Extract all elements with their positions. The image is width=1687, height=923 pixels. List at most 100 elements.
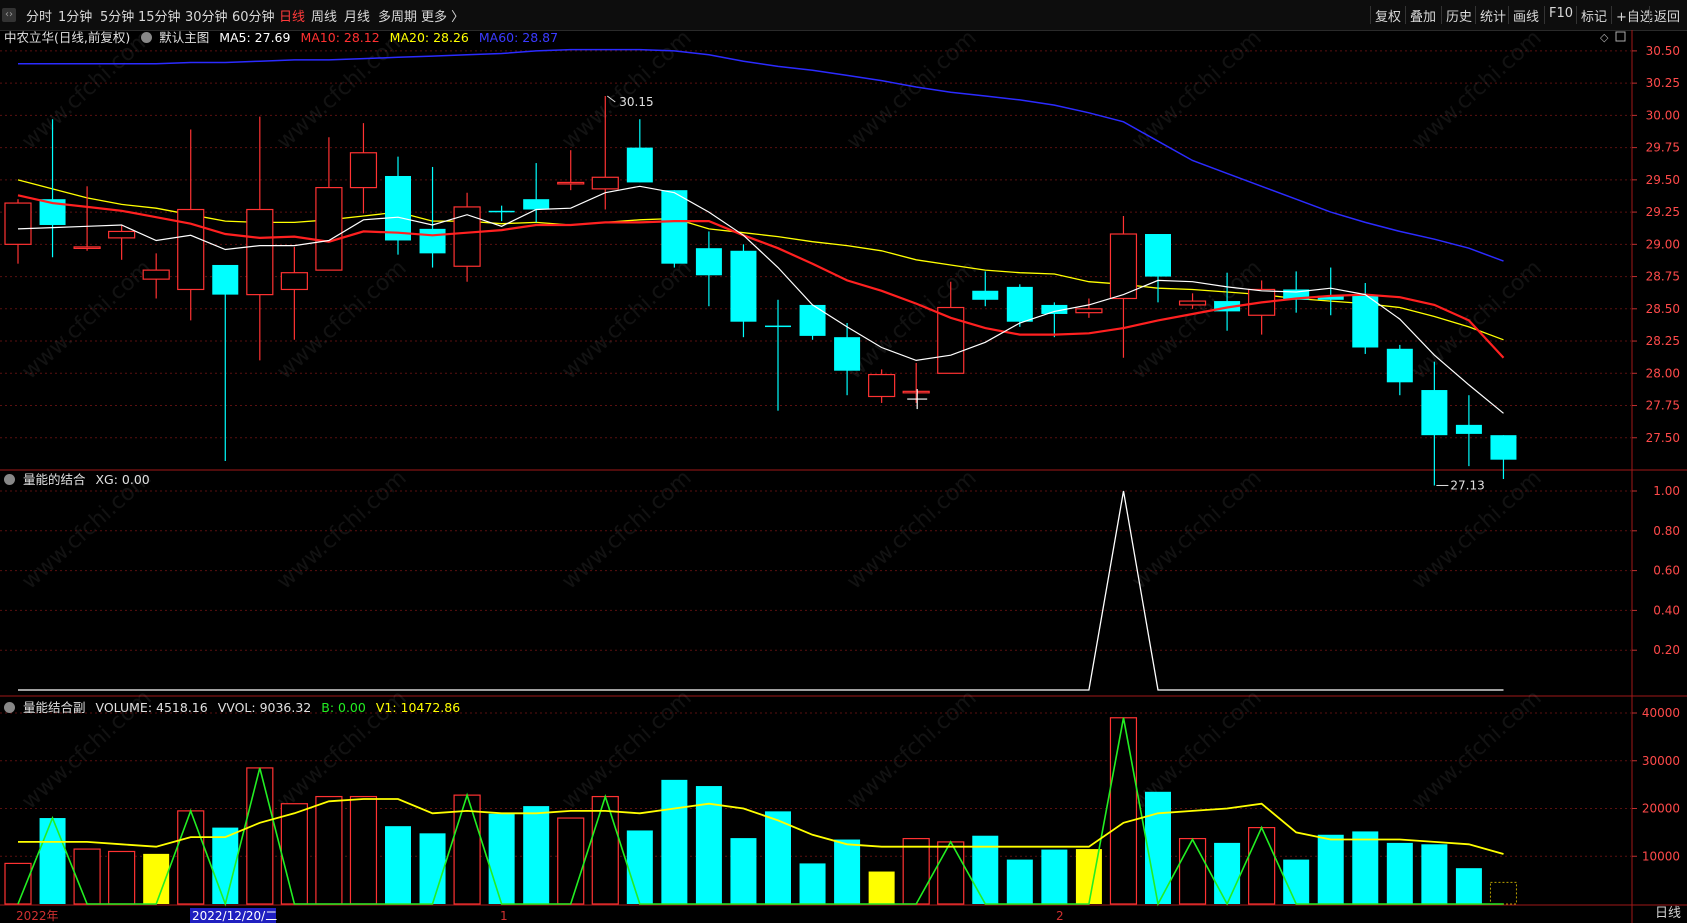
date-label: 2022年 <box>16 909 59 923</box>
candle <box>557 150 585 191</box>
date-label: 2022/12/20/二 <box>192 909 277 923</box>
candle <box>1075 298 1103 318</box>
price-tick-label: 29.75 <box>1646 141 1680 155</box>
ma60-line <box>18 48 1504 262</box>
price-tick-label: 30.25 <box>1646 76 1680 90</box>
candle <box>695 231 722 307</box>
candle <box>765 299 791 411</box>
indicator2-header: 量能结合副 VOLUME: 4518.16 VVOL: 9036.32 B: 0… <box>4 697 460 716</box>
volume-bar <box>280 803 308 905</box>
candle-body <box>246 208 274 296</box>
stock-title: 中农立华(日线,前复权) <box>4 30 131 45</box>
candle-body <box>212 264 239 295</box>
candle <box>142 253 170 299</box>
candle <box>453 192 481 282</box>
high-annotation: 30.15 <box>619 95 653 109</box>
indicator2-name[interactable]: 量能结合副 <box>23 700 86 715</box>
price-tick-label: 28.75 <box>1646 270 1680 284</box>
indicator1-header: 量能的结合 XG: 0.00 <box>4 469 150 488</box>
price-tick-label: 29.50 <box>1646 173 1680 187</box>
candle <box>834 322 861 396</box>
candle <box>1490 435 1517 480</box>
volume-bar <box>661 779 688 904</box>
volume-bar <box>349 795 378 905</box>
low-annotation: 27.13 <box>1450 478 1484 492</box>
volume-bar <box>937 841 965 905</box>
candle-body <box>902 390 930 394</box>
watermark-text: www.cfchi.com <box>842 686 981 815</box>
volume-bar <box>1041 849 1068 904</box>
diamond-icon: ◇ <box>1600 31 1609 44</box>
candle-body <box>419 228 446 254</box>
window-icon <box>1615 31 1626 42</box>
price-tick-label: 29.00 <box>1646 237 1680 251</box>
candle <box>385 156 411 255</box>
candle-body <box>1386 348 1413 383</box>
indicator1-dropdown-icon[interactable] <box>4 474 15 485</box>
ind1-tick-label: 0.40 <box>1653 603 1680 617</box>
ind1-tick-label: 1.00 <box>1653 484 1680 498</box>
candle-body <box>591 176 619 190</box>
volume-bar <box>1214 842 1241 904</box>
template-label[interactable]: 默认主图 <box>159 30 209 45</box>
candle <box>1248 280 1276 335</box>
watermark-text: www.cfchi.com <box>557 466 696 595</box>
v1-value: V1: 10472.86 <box>375 700 461 715</box>
volume-bar <box>765 811 791 904</box>
candle-body <box>765 325 791 328</box>
candle-body <box>1455 424 1482 434</box>
template-dropdown-icon[interactable] <box>141 32 153 43</box>
volume-bar <box>315 795 343 905</box>
volume-bar <box>730 838 757 904</box>
candle-body <box>1421 390 1448 436</box>
volume-bar <box>1248 826 1276 905</box>
candle-body <box>626 147 653 183</box>
watermark-text: www.cfchi.com <box>1127 466 1266 595</box>
candle-body <box>557 181 585 185</box>
volume-tick-label: 30000 <box>1642 754 1680 768</box>
volume-bar <box>39 818 66 904</box>
candle-body <box>799 304 826 336</box>
candle <box>280 246 308 340</box>
watermark-text: www.cfchi.com <box>557 26 696 155</box>
price-tick-label: 27.75 <box>1646 399 1680 413</box>
volume-bar <box>1386 842 1413 904</box>
candle-body <box>4 202 32 245</box>
date-label: 2 <box>1056 909 1064 923</box>
volume-bar <box>419 833 446 904</box>
volume-bar <box>1109 717 1138 905</box>
candle-body <box>523 199 550 210</box>
indicator2-dropdown-icon[interactable] <box>4 702 15 713</box>
candle <box>902 362 930 403</box>
period-label: 日线 <box>1654 906 1681 921</box>
volume-tick-label: 10000 <box>1642 849 1680 863</box>
volume-bar <box>834 839 861 904</box>
candle <box>419 166 446 268</box>
volume-bar <box>902 837 930 905</box>
volume-tick-label: 40000 <box>1642 706 1680 720</box>
b-value: B: 0.00 <box>321 700 366 715</box>
candle <box>212 264 239 461</box>
candle-body <box>1109 233 1138 300</box>
candle-body <box>695 248 722 276</box>
volume-bar <box>385 826 411 904</box>
xg-value: XG: 0.00 <box>95 472 150 487</box>
candle <box>1317 267 1344 316</box>
volume-bar <box>1006 859 1033 904</box>
ma60-value: MA60: 28.87 <box>478 30 559 45</box>
candle-body <box>1178 300 1207 306</box>
candle-body <box>108 230 136 239</box>
volume-bar <box>1455 868 1482 904</box>
candle-body <box>834 337 861 371</box>
volume-bar <box>73 848 101 905</box>
indicator1-name[interactable]: 量能的结合 <box>23 472 86 487</box>
candle <box>315 137 343 271</box>
candle <box>1455 395 1482 467</box>
candle <box>1145 234 1171 303</box>
ma5-value: MA5: 27.69 <box>219 30 291 45</box>
main-chart-header: 中农立华(日线,前复权) 默认主图 MA5: 27.69 MA10: 28.12… <box>4 27 558 46</box>
price-tick-label: 28.25 <box>1646 334 1680 348</box>
candle-body <box>1006 286 1033 322</box>
watermark-text: www.cfchi.com <box>1407 26 1546 155</box>
candle-body <box>1490 435 1517 460</box>
